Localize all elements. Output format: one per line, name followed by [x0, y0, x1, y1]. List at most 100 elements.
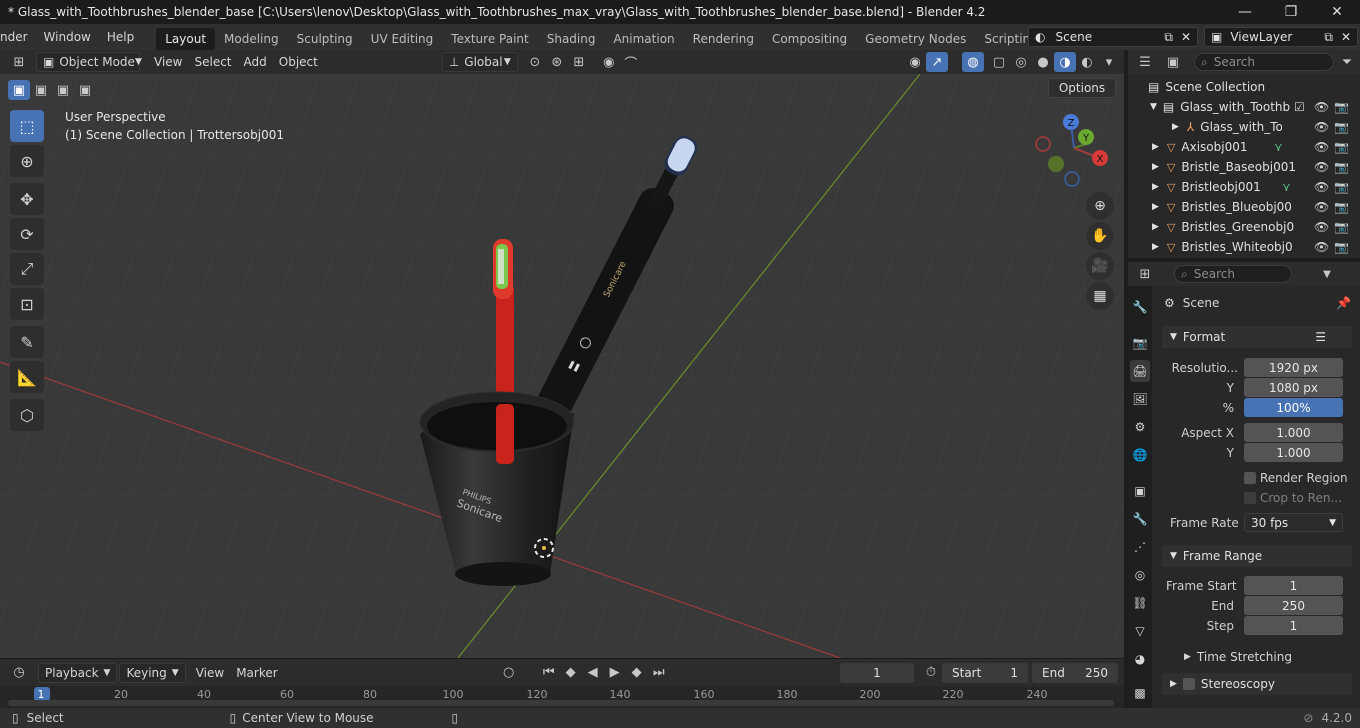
frame-rate-dropdown[interactable]: 30 fps ▼ [1244, 513, 1343, 532]
close-button[interactable]: ✕ [1314, 0, 1360, 24]
select-extend-icon[interactable]: ▣ [30, 80, 52, 100]
tab-shading[interactable]: Shading [538, 28, 605, 50]
outliner-search-input[interactable]: ⌕ Search [1194, 53, 1334, 71]
expand-icon[interactable]: ▶ [1152, 202, 1159, 212]
annotate-icon[interactable]: ✎ [10, 326, 44, 358]
camera-render-icon[interactable]: 📷 [1334, 160, 1349, 174]
eye-icon[interactable]: 👁 [1314, 120, 1329, 134]
menu-keying[interactable]: Keying ▼ [119, 662, 186, 683]
new-view-layer-icon[interactable]: ⧉ [1324, 30, 1333, 45]
expand-icon[interactable]: ▼ [1150, 102, 1157, 112]
menu-help[interactable]: Help [99, 24, 142, 50]
aspect-y-field[interactable]: 1.000 [1244, 443, 1343, 462]
menu-select[interactable]: Select [188, 52, 237, 72]
grid-view-icon[interactable]: ▦ [1086, 282, 1114, 310]
eye-icon[interactable]: 👁 [1314, 220, 1329, 234]
mode-dropdown[interactable]: ▣ Object Mode ▼ [36, 52, 142, 72]
tool-tab-icon[interactable]: 🔧 [1130, 296, 1150, 318]
outliner-row[interactable]: ▼ ▤ Glass_with_Toothb ☑ 👁 📷 [1128, 97, 1360, 117]
select-box-icon[interactable]: ⬚ [10, 110, 44, 142]
aspect-x-field[interactable]: 1.000 [1244, 423, 1343, 442]
expand-icon[interactable]: ▶ [1152, 142, 1159, 152]
jump-end-icon[interactable]: ⏭ [648, 663, 670, 683]
object-tab-icon[interactable]: ▣ [1130, 480, 1150, 502]
orientation-dropdown[interactable]: ⊥ Global ▼ [441, 52, 518, 72]
timeline-editor-icon[interactable]: ◷ [8, 663, 30, 683]
frame-range-panel-header[interactable]: ▼ Frame Range [1162, 545, 1352, 567]
timeline-scrollbar[interactable] [8, 700, 1114, 706]
tab-layout[interactable]: Layout [156, 28, 216, 50]
camera-render-icon[interactable]: 📷 [1334, 120, 1349, 134]
crop-checkbox[interactable] [1244, 492, 1256, 504]
scale-icon[interactable]: ⤢ [10, 253, 44, 285]
gizmo-icon[interactable]: ↗ [926, 52, 948, 72]
rendered-shading-icon[interactable]: ◐ [1076, 52, 1098, 72]
stereoscopy-checkbox[interactable] [1182, 678, 1195, 690]
outliner-row[interactable]: ▶ ▽ Bristle_Baseobj001 👁 📷 [1128, 157, 1360, 177]
start-frame-field[interactable]: Start 1 [942, 663, 1028, 683]
add-cube-icon[interactable]: ⬡ [10, 399, 44, 431]
visibility-icon[interactable]: ◉ [904, 52, 926, 72]
options-dropdown[interactable]: Options [1048, 78, 1116, 98]
view-layer-tab-icon[interactable]: 🖼 [1130, 388, 1150, 410]
scene-selector[interactable]: ◐ Scene ⧉ ✕ [1028, 27, 1198, 47]
select-new-icon[interactable]: ▣ [8, 80, 30, 100]
delete-scene-icon[interactable]: ✕ [1181, 30, 1191, 44]
editor-type-icon[interactable]: ⊞ [8, 52, 30, 72]
delete-view-layer-icon[interactable]: ✕ [1341, 30, 1351, 44]
zoom-icon[interactable]: ⊕ [1086, 192, 1114, 220]
time-stretching-subpanel[interactable]: ▶ Time Stretching [1184, 650, 1292, 664]
tab-geometry-nodes[interactable]: Geometry Nodes [856, 28, 975, 50]
play-icon[interactable]: ▶ [604, 663, 626, 683]
format-panel-header[interactable]: ▼ Format ☰ [1162, 326, 1352, 348]
tab-modeling[interactable]: Modeling [215, 28, 288, 50]
overlay-icon[interactable]: ◍ [962, 52, 984, 72]
play-reverse-icon[interactable]: ◀ [582, 663, 604, 683]
cursor-icon[interactable]: ⊕ [10, 145, 44, 177]
camera-render-icon[interactable]: 📷 [1334, 140, 1349, 154]
resolution-x-field[interactable]: 1920 px [1244, 358, 1343, 377]
menu-add[interactable]: Add [238, 52, 273, 72]
pin-icon[interactable]: 📌 [1336, 296, 1351, 310]
camera-render-icon[interactable]: 📷 [1334, 200, 1349, 214]
properties-editor-icon[interactable]: ⊞ [1134, 264, 1156, 284]
menu-render[interactable]: nder [0, 24, 36, 50]
xray-icon[interactable]: ▢ [988, 52, 1010, 72]
menu-timeline-view[interactable]: View [190, 663, 230, 683]
menu-window[interactable]: Window [36, 24, 99, 50]
tab-texture-paint[interactable]: Texture Paint [442, 28, 537, 50]
menu-playback[interactable]: Playback ▼ [38, 662, 118, 683]
snap-target-icon[interactable]: ⊞ [568, 52, 590, 72]
menu-object[interactable]: Object [273, 52, 324, 72]
new-scene-icon[interactable]: ⧉ [1164, 30, 1173, 45]
eye-icon[interactable]: 👁 [1314, 240, 1329, 254]
select-intersect-icon[interactable]: ▣ [74, 80, 96, 100]
output-tab-icon[interactable]: 🖨 [1130, 360, 1150, 382]
tab-compositing[interactable]: Compositing [763, 28, 856, 50]
data-tab-icon[interactable]: ▽ [1130, 620, 1150, 642]
checkbox-icon[interactable]: ☑ [1294, 100, 1305, 114]
outliner-root[interactable]: ▤ Scene Collection [1128, 77, 1360, 97]
expand-icon[interactable]: ▶ [1152, 162, 1159, 172]
menu-marker[interactable]: Marker [230, 663, 283, 683]
display-mode-icon[interactable]: ▣ [1162, 52, 1184, 72]
transform-icon[interactable]: ⊡ [10, 288, 44, 320]
expand-icon[interactable]: ▶ [1172, 122, 1179, 132]
shading-options-icon[interactable]: ▾ [1098, 52, 1120, 72]
eye-icon[interactable]: 👁 [1314, 180, 1329, 194]
camera-render-icon[interactable]: 📷 [1334, 100, 1349, 114]
rotate-icon[interactable]: ⟳ [10, 218, 44, 250]
frame-start-field[interactable]: 1 [1244, 576, 1343, 595]
frame-end-field[interactable]: 250 [1244, 596, 1343, 615]
texture-tab-icon[interactable]: ▩ [1130, 682, 1150, 704]
outliner-row[interactable]: ▶ ▽ Bristles_Whiteobj0 👁 📷 [1128, 237, 1360, 257]
filter-icon[interactable]: ⏷ [1336, 52, 1358, 72]
prev-keyframe-icon[interactable]: ◆ [560, 663, 582, 683]
presets-icon[interactable]: ☰ [1315, 330, 1326, 344]
jump-start-icon[interactable]: ⏮ [538, 663, 560, 683]
camera-render-icon[interactable]: 📷 [1334, 220, 1349, 234]
pan-icon[interactable]: ✋ [1086, 222, 1114, 250]
constraints-tab-icon[interactable]: ⛓ [1130, 592, 1150, 614]
outliner-row[interactable]: ▶ ▽ Bristles_Blueobj00 👁 📷 [1128, 197, 1360, 217]
expand-icon[interactable]: ▶ [1152, 242, 1159, 252]
